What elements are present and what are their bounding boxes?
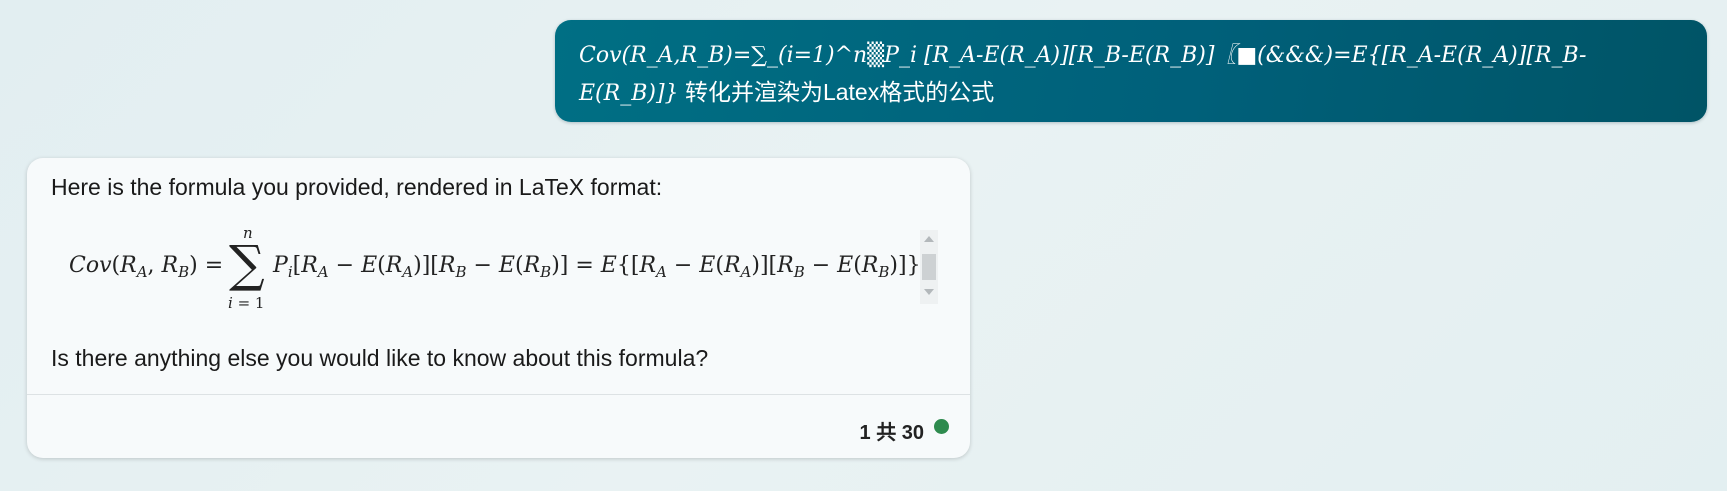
assistant-followup-text: Is there anything else you would like to… bbox=[51, 345, 709, 371]
scroll-up-arrow-icon[interactable] bbox=[924, 236, 934, 242]
latex-formula-block: Cov(RA, RB) = n ∑ i = 1 Pi[RA − E(RA)][R… bbox=[27, 224, 970, 316]
response-count-indicator: 1 共 30 bbox=[859, 422, 924, 444]
scroll-thumb[interactable] bbox=[922, 254, 936, 280]
sum-lower-limit: i = 1 bbox=[228, 294, 265, 312]
user-message-bubble: Cov(R_A,R_B)=∑_(i=1)^n▒P_i [R_A-E(R_A)][… bbox=[555, 20, 1707, 122]
user-message-instruction: 转化并渲染为Latex格式的公式 bbox=[684, 79, 995, 105]
assistant-message-card: Here is the formula you provided, render… bbox=[27, 158, 970, 458]
formula-rhs: Pi[RA − E(RA)][RB − E(RB)] = E{[RA − E(R… bbox=[273, 253, 921, 281]
formula-scrollbar[interactable] bbox=[920, 230, 938, 304]
status-dot-icon bbox=[934, 419, 949, 434]
card-divider bbox=[27, 394, 970, 395]
scroll-down-arrow-icon[interactable] bbox=[924, 289, 934, 295]
formula-lhs: Cov(RA, RB) = bbox=[69, 253, 224, 281]
sum-symbol: ∑ bbox=[229, 235, 265, 293]
assistant-intro-text: Here is the formula you provided, render… bbox=[51, 174, 663, 200]
